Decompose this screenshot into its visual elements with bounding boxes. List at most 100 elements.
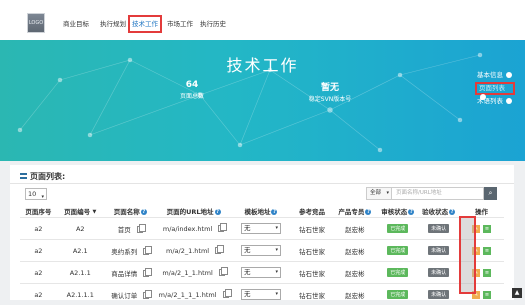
copy-icon[interactable] <box>143 248 149 255</box>
chevron-down-icon: ▾ <box>275 224 278 233</box>
status-badge-accept: 未确认 <box>428 268 449 277</box>
template-select[interactable]: 无▾ <box>241 289 281 300</box>
template-select[interactable]: 无▾ <box>241 245 281 256</box>
list-icon[interactable]: ≡ <box>483 269 491 277</box>
nav-item-execution-plan[interactable]: 执行规划 <box>99 15 127 33</box>
row-actions: ✎≡ <box>472 247 491 255</box>
help-icon[interactable]: ? <box>449 209 455 215</box>
cell-name: 确认订单 <box>104 284 157 305</box>
chevron-down-icon: ▾ <box>41 192 44 202</box>
copy-icon[interactable] <box>137 226 143 233</box>
cell-accept: 未确认 <box>418 240 459 262</box>
col-header-text: 审核状态 <box>381 208 407 216</box>
help-icon[interactable]: ? <box>271 209 277 215</box>
nav-item-market-work[interactable]: 市场工作 <box>166 15 194 33</box>
template-select[interactable]: 无▾ <box>241 223 281 234</box>
cell-code: A2 <box>57 218 104 240</box>
col-header-name[interactable]: 页面名称? <box>104 204 157 218</box>
template-value: 无 <box>244 246 251 254</box>
cell-url: m/a/2_1_1.html <box>157 262 231 284</box>
cell-seq: a2 <box>20 218 57 240</box>
template-value: 无 <box>244 268 251 276</box>
nav-item-tech-work[interactable]: 技术工作 <box>128 15 162 33</box>
copy-icon[interactable] <box>143 292 149 299</box>
cell-code: A2.1.1 <box>57 262 104 284</box>
page-url[interactable]: m/a/2_1_1.html <box>162 269 212 277</box>
actions-column-highlight <box>460 218 474 292</box>
chevron-down-icon: ▾ <box>275 246 278 255</box>
page-name: 商品详情 <box>111 270 137 278</box>
cell-competitor: 钻石世家 <box>292 240 333 262</box>
side-link-page-list[interactable]: 页面列表 <box>475 82 515 95</box>
col-header-url[interactable]: 页面的URL地址? <box>157 204 231 218</box>
cell-review: 已完成 <box>377 218 418 240</box>
template-value: 无 <box>244 224 251 232</box>
status-badge-review: 已完成 <box>387 224 408 233</box>
col-header-accept[interactable]: 验收状态? <box>418 204 459 218</box>
col-header-competitor[interactable]: 参考竞品 <box>292 204 333 218</box>
col-header-text: 产品专员 <box>338 208 364 216</box>
help-icon[interactable]: ? <box>408 209 414 215</box>
chevron-down-icon: ▾ <box>275 268 278 277</box>
page-url[interactable]: m/a/index.html <box>163 225 212 233</box>
cell-accept: 未确认 <box>418 218 459 240</box>
cell-accept: 未确认 <box>418 284 459 305</box>
copy-icon[interactable] <box>223 291 229 298</box>
user-avatar-logo[interactable]: LOGO <box>27 13 45 33</box>
search-input[interactable]: 页面名称/URL地址 <box>392 187 484 200</box>
col-header-template[interactable]: 模板地址? <box>230 204 291 218</box>
template-value: 无 <box>244 290 251 298</box>
status-badge-review: 已完成 <box>387 246 408 255</box>
col-header-text: 模板地址 <box>244 208 270 216</box>
copy-icon[interactable] <box>215 247 221 254</box>
side-link-basic-info[interactable]: 基本信息 <box>475 69 515 82</box>
status-badge-review: 已完成 <box>387 290 408 299</box>
page-url[interactable]: m/a/2_1_1_1.html <box>159 291 217 299</box>
help-icon[interactable]: ? <box>215 209 221 215</box>
list-icon[interactable]: ≡ <box>483 247 491 255</box>
search-scope-select[interactable]: 全部▾ <box>366 187 392 200</box>
search-scope-value: 全部 <box>370 190 381 196</box>
copy-icon[interactable] <box>143 270 149 277</box>
top-navbar: LOGO 商业目标 执行规划 技术工作 市场工作 执行历史 <box>0 0 525 41</box>
col-header-seq[interactable]: 页面序号 <box>20 204 57 218</box>
cell-owner: 赵宏彬 <box>332 284 377 305</box>
col-header-text: 页面序号 <box>25 208 51 216</box>
col-header-text: 参考竞品 <box>299 208 325 216</box>
list-icon[interactable]: ≡ <box>483 291 491 299</box>
stat-svn-version: 暂无 稳定SVN版本号 <box>300 80 360 103</box>
panel-title: 页面列表: <box>20 171 65 182</box>
col-header-code[interactable]: 页面编号 ▼ <box>57 204 104 218</box>
copy-icon[interactable] <box>219 269 225 276</box>
search-button[interactable]: ⌕ <box>484 187 497 200</box>
stat-value: 64 <box>172 80 212 90</box>
nav-item-business-goals[interactable]: 商业目标 <box>62 15 90 33</box>
page-size-select[interactable]: 10▾ <box>25 188 47 200</box>
status-badge-accept: 未确认 <box>428 246 449 255</box>
copy-icon[interactable] <box>218 225 224 232</box>
cell-owner: 赵宏彬 <box>332 240 377 262</box>
cell-review: 已完成 <box>377 284 418 305</box>
side-link-label: 页面列表 <box>479 84 505 92</box>
stat-value: 暂无 <box>300 80 360 93</box>
cell-code: A2.1.1.1 <box>57 284 104 305</box>
logo-text: LOGO <box>29 20 43 26</box>
page-url[interactable]: m/a/2_1.html <box>166 247 209 255</box>
scroll-to-top-button[interactable]: ▲ <box>512 288 522 298</box>
anchor-dot-icon <box>506 98 512 104</box>
page-name: 奥约系列 <box>111 248 137 256</box>
col-header-review[interactable]: 审核状态? <box>377 204 418 218</box>
help-icon[interactable]: ? <box>141 209 147 215</box>
page-name: 首页 <box>118 226 131 234</box>
status-badge-accept: 未确认 <box>428 224 449 233</box>
help-icon[interactable]: ? <box>365 209 371 215</box>
template-select[interactable]: 无▾ <box>241 267 281 278</box>
cell-seq: a2 <box>20 262 57 284</box>
cell-competitor: 钻石世家 <box>292 284 333 305</box>
list-icon[interactable]: ≡ <box>483 225 491 233</box>
nav-item-execution-history[interactable]: 执行历史 <box>199 15 227 33</box>
cell-seq: a2 <box>20 240 57 262</box>
anchor-dot-icon <box>506 72 512 78</box>
col-header-owner[interactable]: 产品专员? <box>332 204 377 218</box>
col-header-text: 操作 <box>475 208 488 216</box>
